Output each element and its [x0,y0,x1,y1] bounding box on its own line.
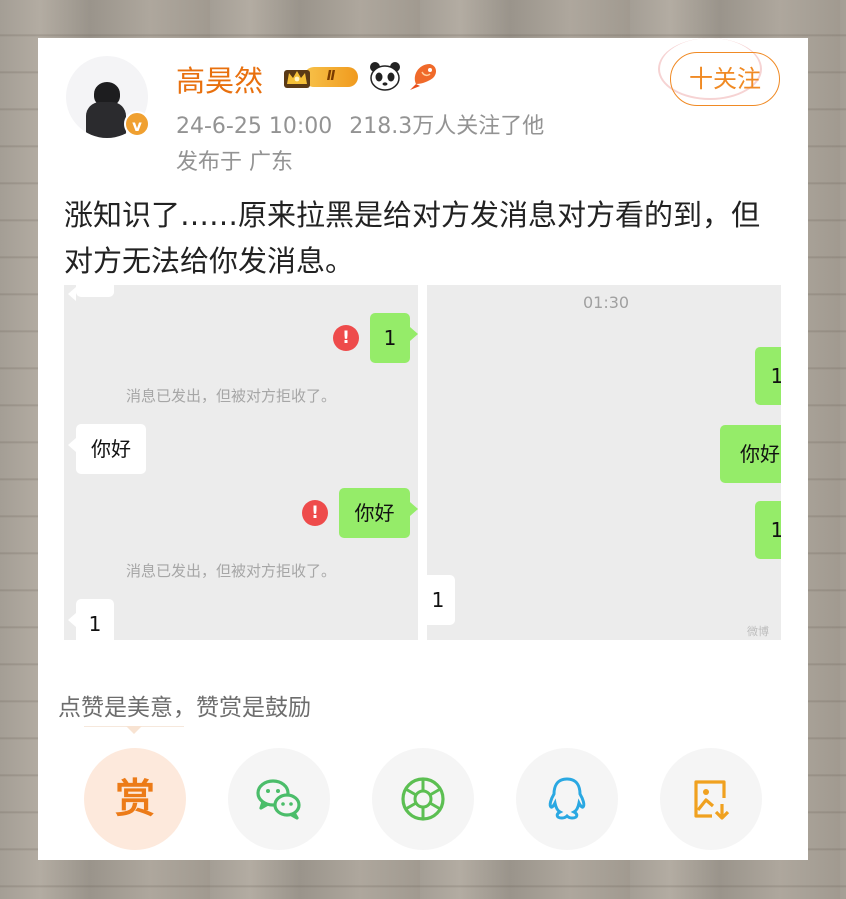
verified-badge-icon: v [124,111,150,137]
wechat-icon [256,779,301,820]
tooltip-arrow [126,726,142,734]
reward-prompt: 点赞是美意，赞赏是鼓励 [58,695,311,721]
outgoing-message: 1 [755,501,781,559]
weibo-watermark: 微博 [747,625,769,638]
chat-screenshot-left[interactable]: ! 1 消息已发出，但被对方拒收了。 你好 ! 你好 消息已发出，但被对方拒收了… [64,285,418,640]
error-icon: ! [333,325,359,351]
post-date-time: 24-6-25 10:00 [176,114,333,139]
reward-label: 赏 [115,776,155,822]
system-notice: 消息已发出，但被对方拒收了。 [126,387,337,405]
post-location: 发布于 广东 [176,150,293,175]
moments-icon [401,777,445,821]
outgoing-message: 1 [370,313,418,363]
astronaut-body [86,102,126,138]
incoming-message-partial [68,285,114,301]
post-meta: 24-6-25 10:00 218.3万人关注了他 [176,108,544,140]
weibo-share-card: v 高昊然 Ⅱ 24-6-25 10:00 218.3万人关注了他 发布于 广东… [38,38,808,860]
outgoing-message: 1 [755,347,781,405]
outgoing-message: 你好 [339,488,418,538]
follower-count: 218.3万人关注了他 [349,114,545,139]
fish-icon [410,64,436,90]
share-qq-button[interactable] [516,748,618,850]
reward-button[interactable]: 赏 [84,748,186,850]
post-body-text: 涨知识了……原来拉黑是给对方发消息对方看的到，但对方无法给你发消息。 [64,198,761,278]
incoming-message: 1 [427,575,455,625]
save-image-icon [694,780,730,820]
incoming-message: 1 [68,599,114,640]
username[interactable]: 高昊然 [176,58,263,100]
member-level-badge: Ⅱ [282,62,360,90]
outgoing-message: 你好 [720,425,781,483]
chat-screenshot-right[interactable]: 01:30 1 你好 1 1 微博 [427,285,781,640]
level-text: Ⅱ [304,67,358,87]
share-moments-button[interactable] [372,748,474,850]
save-image-button[interactable] [660,748,762,850]
share-wechat-button[interactable] [228,748,330,850]
crown-icon [284,70,310,88]
follow-button[interactable]: 十关注 [670,52,780,106]
error-icon: ! [302,500,328,526]
incoming-message: 你好 [68,424,146,474]
panda-icon [370,62,400,91]
chat-timestamp: 01:30 [583,293,630,312]
system-notice: 消息已发出，但被对方拒收了。 [126,562,337,580]
qq-icon [548,777,586,820]
